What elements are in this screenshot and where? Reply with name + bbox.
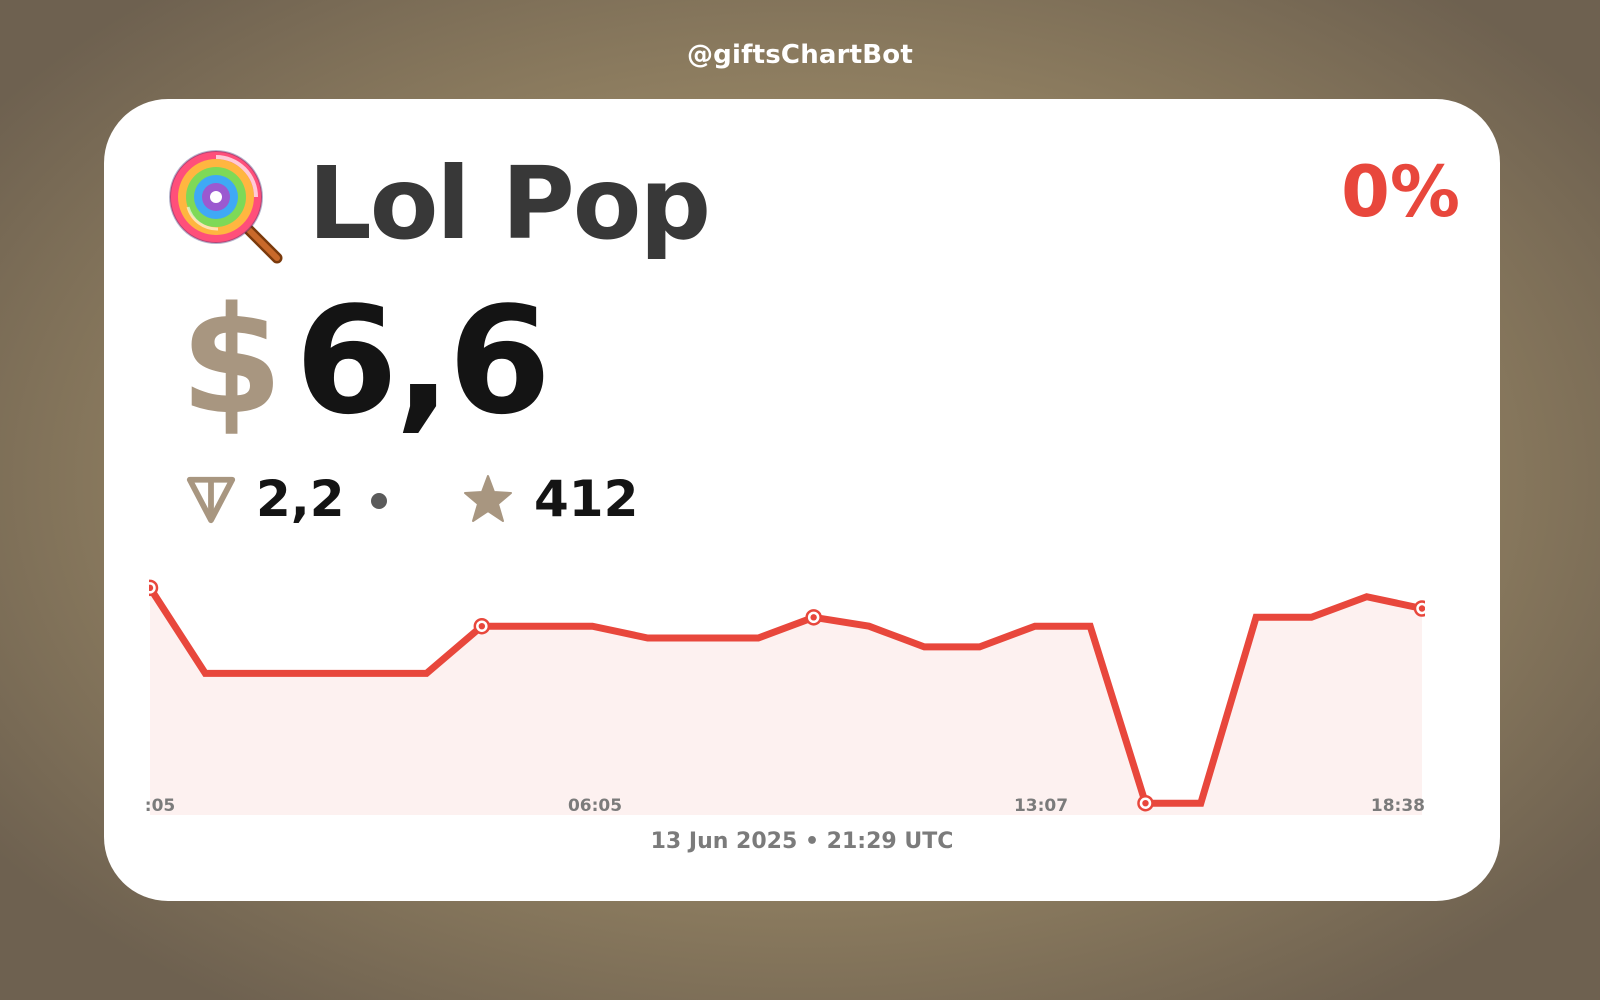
- data-point-marker: [1413, 600, 1425, 617]
- x-tick-label: 13:07: [1014, 796, 1068, 816]
- gift-price-card: :05 06:05 13:07 18:38 Lol Pop 0% $ 6,6 2,2: [104, 99, 1500, 901]
- ton-price: 2,2: [184, 467, 387, 531]
- stars-price: 412: [462, 467, 638, 531]
- star-icon: [464, 475, 512, 522]
- stars-value: 412: [534, 470, 639, 528]
- x-tick-label: 18:38: [1371, 796, 1425, 816]
- data-point-marker: [473, 617, 491, 635]
- x-tick-label: :05: [145, 796, 175, 816]
- x-tick-label: 06:05: [568, 796, 622, 816]
- timestamp: 13 Jun 2025 • 21:29 UTC: [650, 829, 954, 854]
- lollipop-icon: [169, 150, 283, 264]
- price-value: 6,6: [294, 275, 551, 447]
- ton-icon: [186, 476, 236, 524]
- currency-symbol: $: [180, 275, 283, 447]
- change-percent: 0%: [1341, 151, 1460, 233]
- ton-value: 2,2: [256, 470, 345, 528]
- data-point-marker: [805, 609, 822, 626]
- data-point-marker: [1137, 794, 1154, 812]
- title-row: Lol Pop: [160, 139, 711, 269]
- separator-dot: [370, 493, 387, 509]
- watermark: @giftsChartBot: [686, 40, 914, 70]
- price-usd: $ 6,6: [180, 275, 551, 447]
- data-point-marker: [149, 579, 159, 597]
- gift-name: Lol Pop: [308, 145, 711, 262]
